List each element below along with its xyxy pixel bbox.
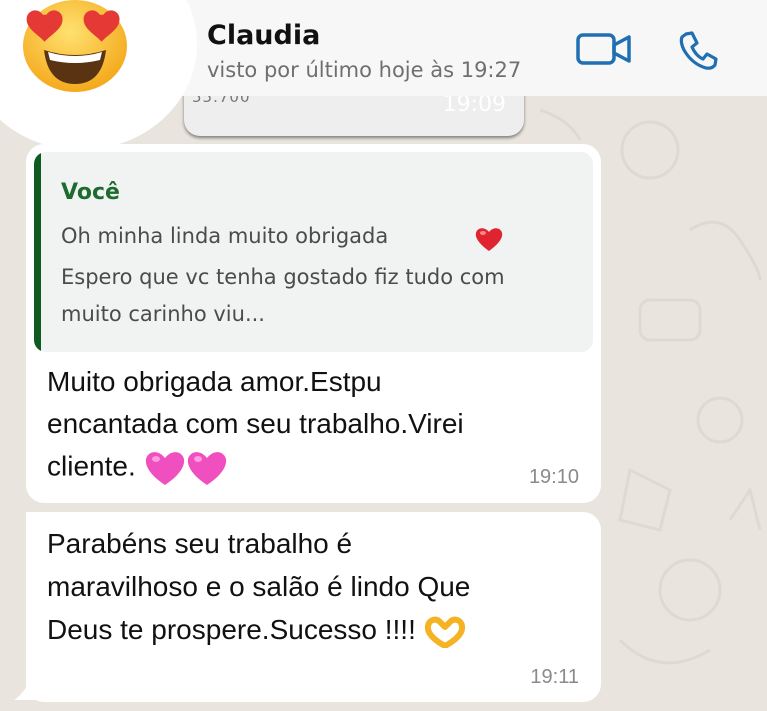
message-line: cliente. <box>47 450 136 482</box>
red-heart-icon <box>475 228 503 251</box>
pink-heart-icon <box>145 452 184 485</box>
phone-call-icon[interactable] <box>676 28 720 72</box>
quote-bar <box>34 152 41 352</box>
video-call-icon[interactable] <box>575 30 633 68</box>
heart-hands-icon <box>424 616 465 648</box>
message-bubble[interactable]: Parabéns seu trabalho é maravilhoso e o … <box>26 512 601 702</box>
message-line: Parabéns seu trabalho é <box>47 528 353 559</box>
last-seen-status: visto por último hoje às 19:27 <box>207 58 522 82</box>
message-time: 19:10 <box>528 466 579 488</box>
message-line-with-emoji: cliente. <box>47 449 228 487</box>
contact-name[interactable]: Claudia <box>207 20 320 51</box>
message-line: Deus te prospere.Sucesso !!!! <box>47 614 416 645</box>
message-time: 19:11 <box>530 666 579 688</box>
quote-author: Você <box>61 180 120 205</box>
quoted-reply[interactable]: Você Oh minha linda muito obrigada Esper… <box>34 152 593 352</box>
message-line: Muito obrigada amor.Estpu <box>47 366 382 397</box>
quote-line: muito carinho viu... <box>61 302 265 326</box>
pink-heart-icon <box>187 452 226 485</box>
quote-line: Oh minha linda muito obrigada <box>61 224 389 248</box>
message-line: encantada com seu trabalho.Virei <box>47 408 464 439</box>
message-bubble[interactable]: Você Oh minha linda muito obrigada Esper… <box>26 144 601 503</box>
quote-line: Espero que vc tenha gostado fiz tudo com <box>61 265 505 289</box>
message-line: maravilhoso e o salão é lindo Que <box>47 571 471 602</box>
message-line-with-emoji: Deus te prospere.Sucesso !!!! <box>47 614 466 648</box>
heart-eyes-emoji-icon <box>23 0 127 92</box>
